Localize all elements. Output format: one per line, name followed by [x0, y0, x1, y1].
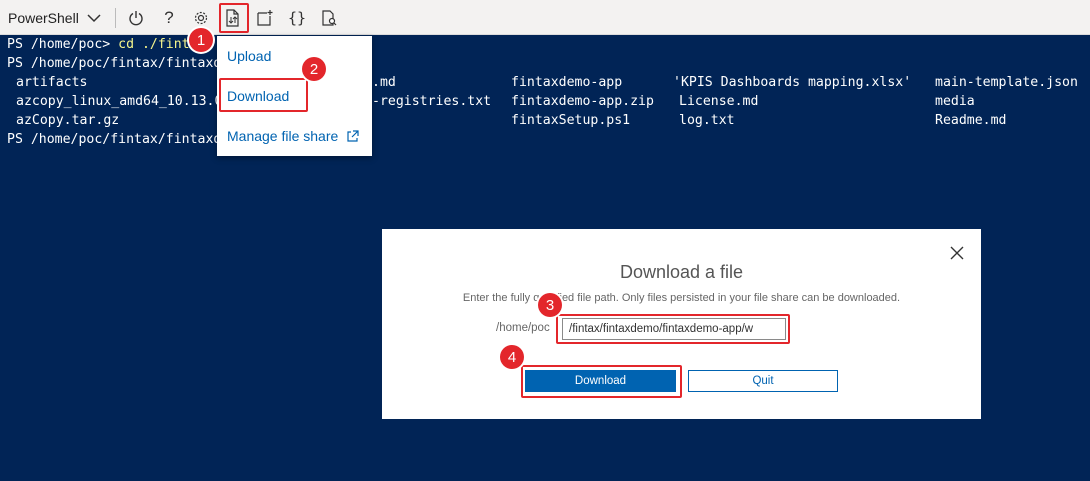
listing-item: media: [935, 94, 975, 109]
step-marker-3: 3: [538, 293, 562, 317]
listing-item: 'KPIS Dashboards mapping.xlsx': [673, 75, 912, 90]
file-path-highlight: [556, 314, 790, 344]
open-editor-button[interactable]: {}: [284, 5, 310, 31]
listing-item: Readme.md: [935, 113, 1007, 128]
chevron-down-icon: [87, 14, 101, 23]
web-preview-icon: [322, 10, 337, 26]
listing-item: .md: [372, 75, 396, 90]
menu-item-label: Manage file share: [227, 128, 339, 144]
listing-item: main-template.json: [935, 75, 1078, 90]
download-highlight: [219, 78, 308, 112]
menu-item-upload[interactable]: Upload: [227, 48, 271, 64]
download-button-highlight: [521, 365, 682, 398]
close-icon[interactable]: [949, 245, 965, 261]
new-session-icon: [257, 10, 273, 26]
listing-item: log.txt: [679, 113, 735, 128]
listing-item: azcopy_linux_amd64_10.13.0: [16, 94, 223, 109]
listing-item: azCopy.tar.gz: [16, 113, 120, 128]
editor-icon: {}: [287, 9, 307, 27]
terminal-line-1: PS /home/poc> cd ./fintax: [7, 35, 206, 54]
new-session-button[interactable]: [252, 5, 278, 31]
upload-download-menu: Upload Download Manage file share: [217, 36, 372, 156]
settings-icon: [194, 11, 208, 25]
step-marker-1: 1: [189, 28, 213, 52]
step-marker-2: 2: [302, 57, 326, 81]
listing-item: fintaxdemo-app.zip: [511, 94, 654, 109]
listing-item: artifacts: [16, 75, 88, 90]
listing-item: -registries.txt: [372, 94, 492, 109]
external-link-icon: [347, 130, 359, 142]
power-icon: [129, 11, 143, 26]
download-file-dialog: Download a file Enter the fully qualifie…: [382, 229, 981, 419]
listing-item: fintaxSetup.ps1: [511, 113, 631, 128]
shell-selector[interactable]: PowerShell: [8, 9, 101, 27]
path-prefix: /home/poc: [496, 322, 550, 334]
shell-selector-label: PowerShell: [8, 10, 79, 26]
help-button[interactable]: ?: [156, 5, 182, 31]
dialog-description: Enter the fully qualified file path. Onl…: [462, 292, 901, 304]
web-preview-button[interactable]: [316, 5, 342, 31]
quit-button[interactable]: Quit: [688, 370, 838, 392]
step-marker-4: 4: [500, 345, 524, 369]
prompt: PS /home/poc>: [7, 37, 119, 52]
cloud-shell-toolbar: PowerShell ? {}: [0, 0, 1090, 35]
listing-item: fintaxdemo-app: [511, 75, 623, 90]
upload-download-highlight: [219, 3, 249, 33]
menu-item-manage-file-share[interactable]: Manage file share: [227, 128, 359, 144]
help-icon: ?: [164, 8, 174, 27]
toolbar-divider: [115, 8, 116, 28]
restart-button[interactable]: [123, 5, 149, 31]
dialog-title: Download a file: [619, 262, 744, 282]
listing-item: License.md: [679, 94, 759, 109]
